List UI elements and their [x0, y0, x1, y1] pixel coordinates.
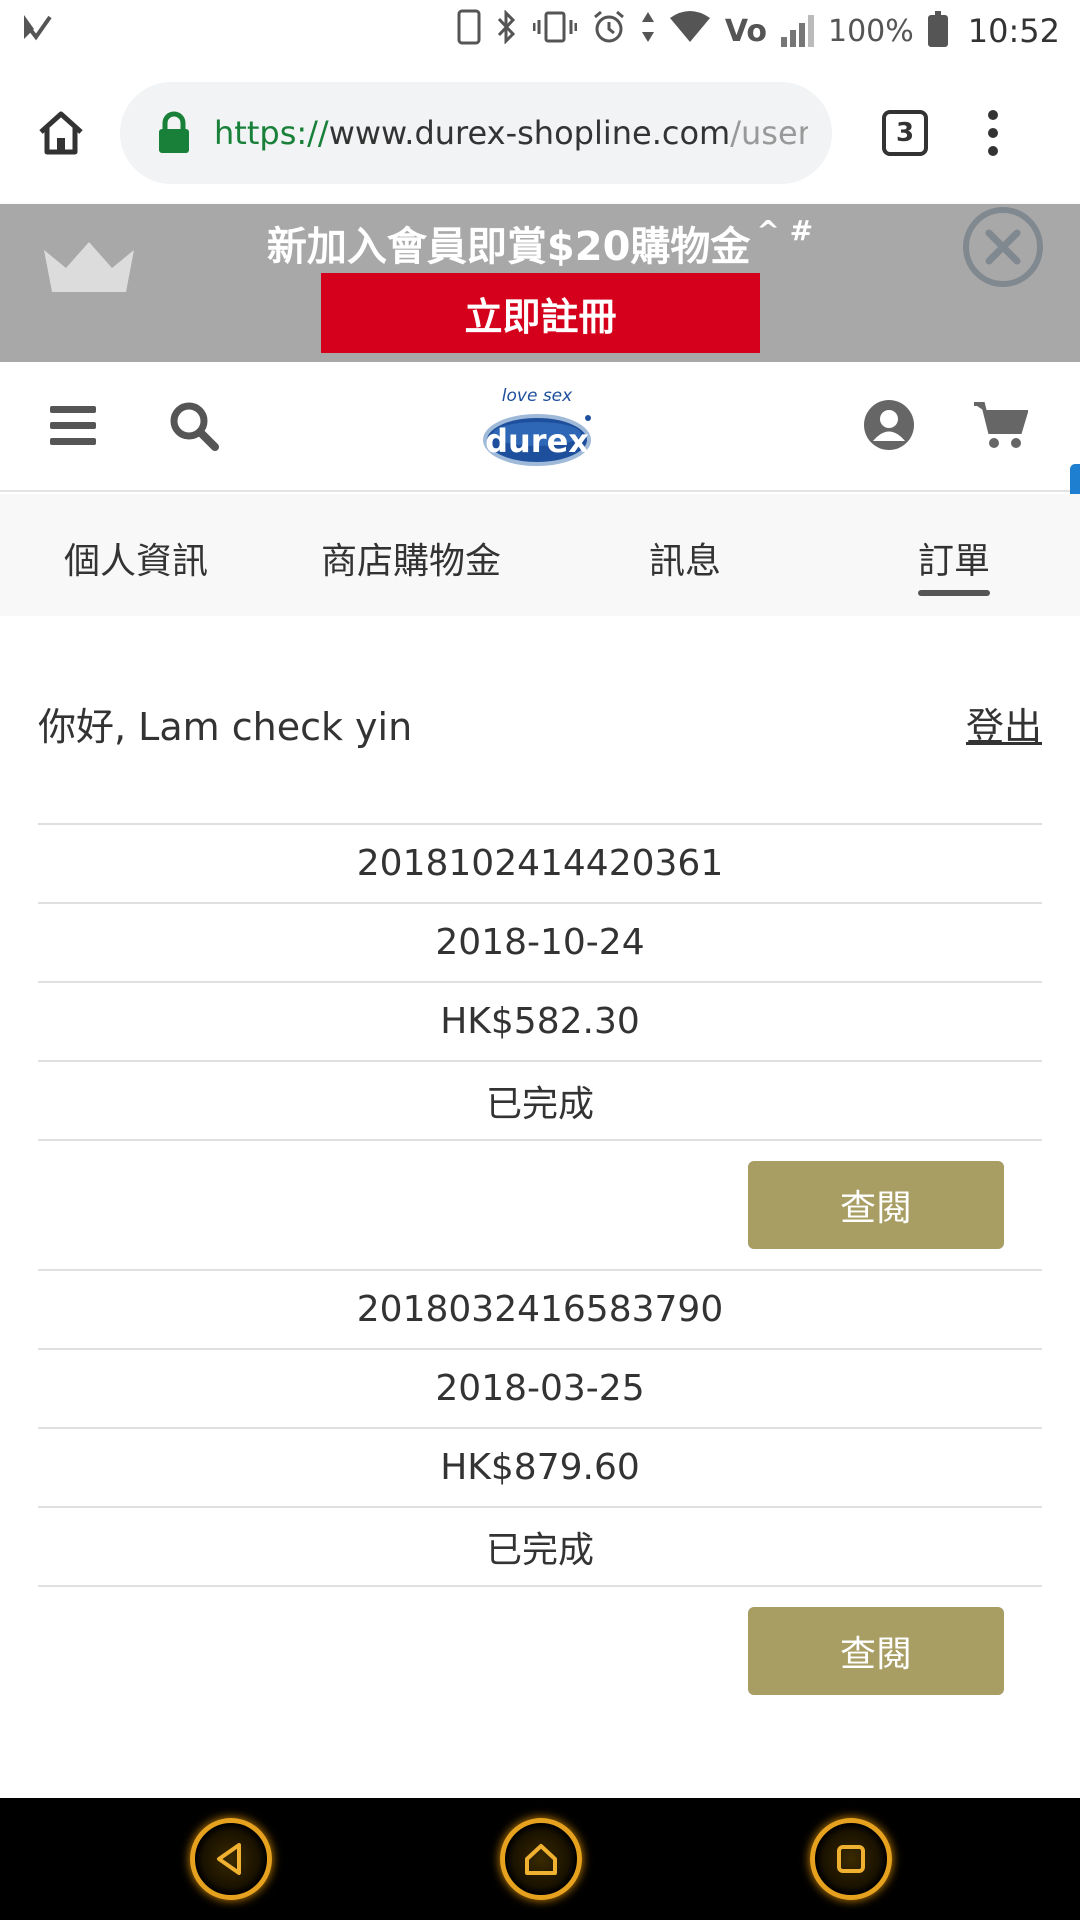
order-status: 已完成 — [38, 1060, 1042, 1139]
logo-text: durex — [485, 422, 589, 460]
durex-logo[interactable]: love sex durex — [480, 382, 594, 474]
tab-orders[interactable]: 訂單 — [918, 532, 991, 596]
cart-icon[interactable] — [972, 400, 1029, 454]
bluetooth-icon — [495, 9, 519, 52]
close-circle-icon[interactable] — [962, 206, 1044, 292]
user-icon[interactable] — [862, 398, 916, 456]
battery-icon — [927, 11, 948, 47]
browser-toolbar: https://www.durex-shopline.com/users 3 — [0, 62, 1080, 204]
system-nav-bar — [0, 1798, 1080, 1920]
tab-profile[interactable]: 個人資訊 — [64, 532, 208, 584]
logo-tagline: love sex — [501, 386, 573, 406]
order-date: 2018-03-25 — [38, 1348, 1042, 1427]
order-total: HK$879.60 — [38, 1427, 1042, 1506]
data-arrows-icon — [641, 10, 655, 52]
back-icon[interactable] — [190, 1818, 272, 1900]
tab-count: 3 — [895, 118, 915, 148]
orders-list: 2018102414420361 2018-10-24 HK$582.30 已完… — [38, 823, 1042, 1715]
lock-icon — [159, 111, 189, 153]
home-icon[interactable] — [28, 100, 94, 166]
promo-banner: 新加入會員即賞$20購物金 ^ # 立即註冊 — [0, 204, 1080, 362]
tabs-icon[interactable]: 3 — [882, 110, 928, 156]
greeting-text: 你好, Lam check yin — [38, 705, 413, 749]
order-status: 已完成 — [38, 1506, 1042, 1585]
wifi-icon — [669, 10, 711, 52]
register-button[interactable]: 立即註冊 — [321, 273, 760, 353]
home-nav-icon[interactable] — [500, 1818, 582, 1900]
order-total: HK$582.30 — [38, 981, 1042, 1060]
battery-percent: 100% — [828, 13, 914, 49]
order-number: 2018102414420361 — [38, 823, 1042, 902]
more-vert-icon[interactable] — [988, 110, 998, 156]
address-bar[interactable]: https://www.durex-shopline.com/users — [120, 82, 832, 184]
menu-icon[interactable] — [50, 406, 96, 445]
phone-icon — [457, 9, 481, 53]
view-order-button[interactable]: 查閱 — [748, 1607, 1004, 1695]
check-icon — [20, 11, 52, 51]
account-tabs: 個人資訊 商店購物金 訊息 訂單 — [0, 494, 1080, 616]
search-icon[interactable] — [168, 400, 220, 456]
vibrate-icon — [532, 10, 578, 52]
url-text: https://www.durex-shopline.com/users — [214, 114, 808, 152]
status-bar: Vo 100% 10:52 — [0, 0, 1080, 62]
logout-link[interactable]: 登出 — [966, 696, 1042, 751]
clock: 10:52 — [967, 12, 1060, 50]
alarm-icon — [591, 9, 627, 53]
order-actions: 查閱 — [38, 1139, 1042, 1269]
promo-title: 新加入會員即賞$20購物金 ^ # — [266, 214, 814, 270]
order-actions: 查閱 — [38, 1585, 1042, 1715]
volte-icon: Vo — [724, 13, 767, 49]
recents-icon[interactable] — [810, 1818, 892, 1900]
tab-messages[interactable]: 訊息 — [649, 532, 721, 584]
view-order-button[interactable]: 查閱 — [748, 1161, 1004, 1249]
signal-icon — [781, 15, 814, 47]
order-number: 2018032416583790 — [38, 1269, 1042, 1348]
site-header: love sex durex — [0, 362, 1080, 492]
order-date: 2018-10-24 — [38, 902, 1042, 981]
tab-store-credit[interactable]: 商店購物金 — [321, 532, 501, 584]
